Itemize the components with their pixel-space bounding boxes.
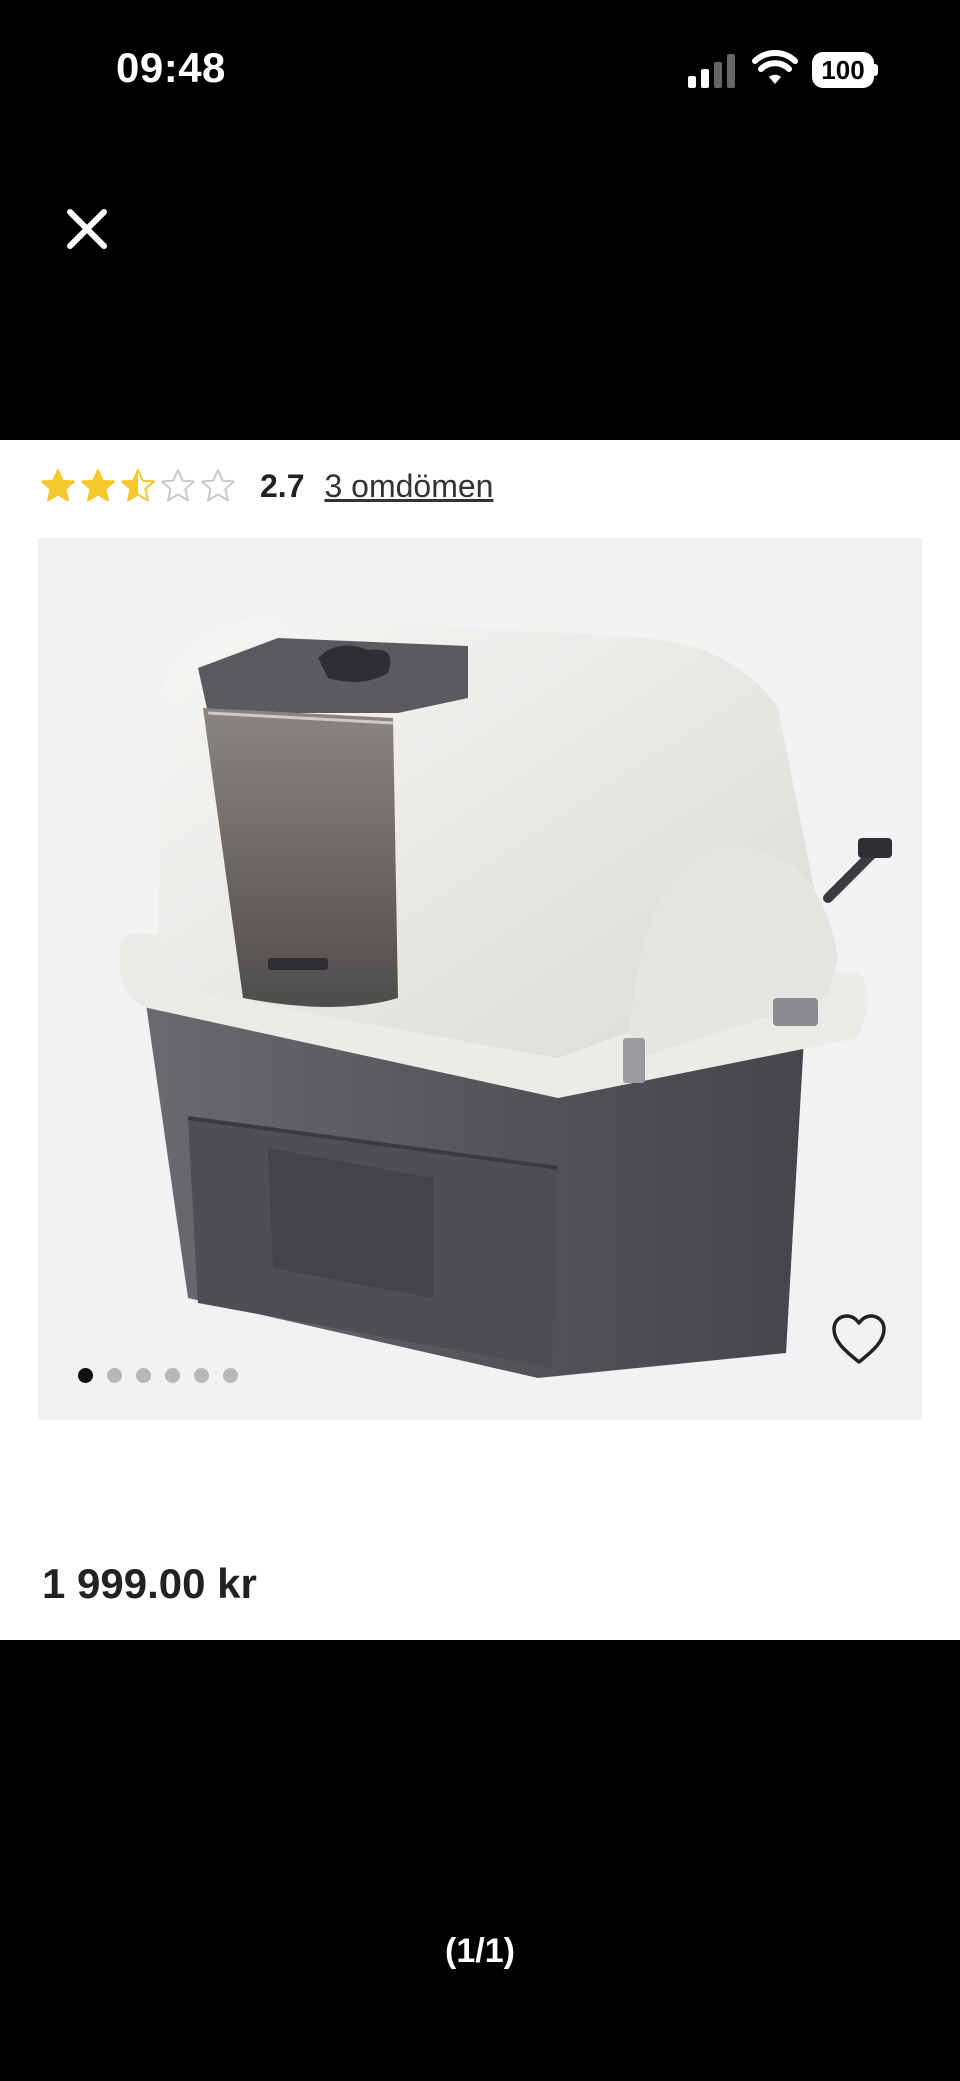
- rating-row: 2.7 3 omdömen: [40, 456, 493, 516]
- carousel-dot[interactable]: [107, 1368, 122, 1383]
- cellular-signal-icon: [688, 54, 735, 88]
- battery-level: 100: [812, 52, 874, 88]
- product-card: 2.7 3 omdömen 1 999.00 kr: [0, 440, 960, 1640]
- heart-icon[interactable]: [830, 1312, 888, 1366]
- rating-stars: [40, 468, 236, 504]
- carousel-pagination: [78, 1368, 238, 1383]
- battery-cap: [874, 64, 878, 76]
- star-icon: [201, 469, 235, 502]
- rating-value: 2.7: [260, 467, 305, 504]
- image-pager: (1/1): [445, 1932, 515, 1970]
- carousel-dot[interactable]: [78, 1368, 93, 1383]
- reviews-link[interactable]: 3 omdömen: [324, 468, 493, 505]
- carousel-dot[interactable]: [223, 1368, 238, 1383]
- close-icon[interactable]: [58, 200, 116, 258]
- star-icon: [81, 469, 115, 502]
- product-price: 1 999.00 kr: [42, 1560, 257, 1607]
- carousel-dot[interactable]: [136, 1368, 151, 1383]
- star-icon: [41, 469, 75, 502]
- product-image-carousel[interactable]: [38, 538, 922, 1420]
- wifi-icon: [752, 50, 798, 84]
- status-time: 09:48: [116, 44, 226, 91]
- battery-icon: 100: [812, 52, 878, 88]
- carousel-dot[interactable]: [194, 1368, 209, 1383]
- product-image: [120, 616, 892, 1378]
- star-icon: [121, 469, 155, 502]
- star-icon: [161, 469, 195, 502]
- carousel-dot[interactable]: [165, 1368, 180, 1383]
- status-bar: 09:48 100: [0, 0, 960, 140]
